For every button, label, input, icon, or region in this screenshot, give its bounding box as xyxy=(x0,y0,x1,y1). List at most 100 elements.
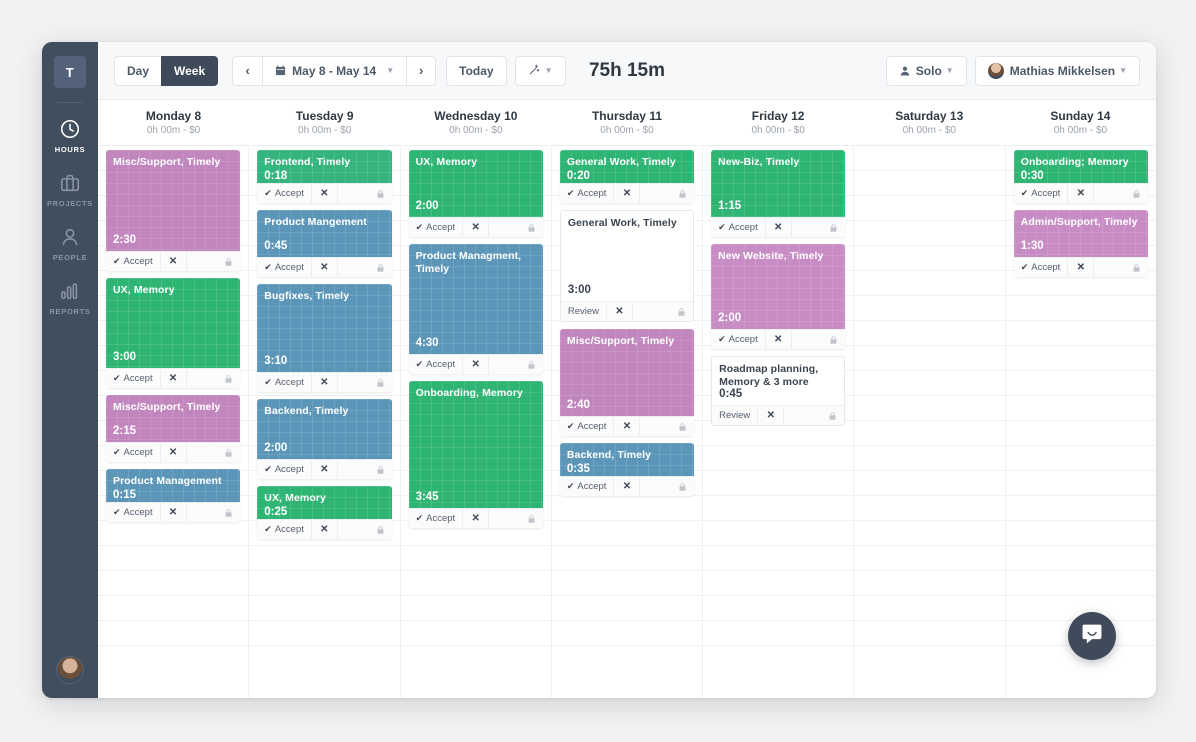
event-card[interactable]: UX, Memory 2:00 ✔ Accept ✕ xyxy=(408,150,543,237)
lock-slot[interactable] xyxy=(792,218,846,237)
day-column[interactable]: Frontend, Timely 0:18 ✔ Accept ✕ Product Mang… xyxy=(248,146,399,698)
event-card[interactable]: Onboarding; Memory 0:30 ✔ Accept ✕ xyxy=(1013,150,1148,203)
dismiss-button[interactable]: ✕ xyxy=(1068,184,1095,203)
sidebar-item-people[interactable]: PEOPLE xyxy=(42,217,98,271)
accept-button[interactable]: ✔ Accept xyxy=(106,252,161,271)
dismiss-button[interactable]: ✕ xyxy=(161,252,187,271)
accept-button[interactable]: ✔ Accept xyxy=(711,330,766,349)
lock-slot[interactable] xyxy=(784,406,844,425)
lock-slot[interactable] xyxy=(338,258,392,277)
avatar[interactable] xyxy=(56,656,84,684)
lock-slot[interactable] xyxy=(640,184,694,203)
prev-week-button[interactable]: ‹ xyxy=(232,55,263,86)
dismiss-button[interactable]: ✕ xyxy=(161,503,187,522)
event-card[interactable]: Bugfixes, Timely 3:10 ✔ Accept ✕ xyxy=(257,284,392,392)
lock-slot[interactable] xyxy=(187,369,241,388)
dismiss-button[interactable]: ✕ xyxy=(614,477,641,496)
lock-slot[interactable] xyxy=(489,218,543,237)
day-column[interactable]: Misc/Support, Timely 2:30 ✔ Accept ✕ UX, Memo… xyxy=(98,146,248,698)
accept-button[interactable]: ✔ Accept xyxy=(257,520,312,539)
lock-slot[interactable] xyxy=(489,509,543,528)
tab-week[interactable]: Week xyxy=(161,55,219,86)
lock-slot[interactable] xyxy=(338,520,392,539)
dismiss-button[interactable]: ✕ xyxy=(614,417,641,436)
lock-slot[interactable] xyxy=(338,373,392,392)
accept-button[interactable]: ✔ Accept xyxy=(257,258,312,277)
event-card[interactable]: New Website, Timely 2:00 ✔ Accept ✕ xyxy=(711,244,846,349)
event-card[interactable]: General Work, Timely 0:20 ✔ Accept ✕ xyxy=(559,150,695,203)
accept-button[interactable]: Review xyxy=(561,302,607,321)
dismiss-button[interactable]: ✕ xyxy=(312,460,338,479)
dismiss-button[interactable]: ✕ xyxy=(463,218,490,237)
chat-widget-button[interactable] xyxy=(1068,612,1116,660)
accept-button[interactable]: ✔ Accept xyxy=(106,503,161,522)
event-card[interactable]: UX, Memory 3:00 ✔ Accept ✕ xyxy=(106,278,241,388)
lock-slot[interactable] xyxy=(187,252,241,271)
lock-slot[interactable] xyxy=(489,355,543,374)
dismiss-button[interactable]: ✕ xyxy=(607,302,633,321)
event-card[interactable]: Frontend, Timely 0:18 ✔ Accept ✕ xyxy=(257,150,392,203)
dismiss-button[interactable]: ✕ xyxy=(312,373,338,392)
dismiss-button[interactable]: ✕ xyxy=(161,369,187,388)
event-card[interactable]: Backend, Timely 2:00 ✔ Accept ✕ xyxy=(257,399,392,479)
accept-button[interactable]: ✔ Accept xyxy=(1014,258,1069,277)
dismiss-button[interactable]: ✕ xyxy=(463,355,490,374)
accept-button[interactable]: ✔ Accept xyxy=(560,184,615,203)
lock-slot[interactable] xyxy=(633,302,693,321)
lock-slot[interactable] xyxy=(187,443,241,462)
solo-filter-button[interactable]: Solo ▼ xyxy=(885,55,967,86)
sidebar-item-hours[interactable]: HOURS xyxy=(42,109,98,163)
dismiss-button[interactable]: ✕ xyxy=(766,330,792,349)
event-card[interactable]: Onboarding, Memory 3:45 ✔ Accept ✕ xyxy=(408,381,543,528)
accept-button[interactable]: ✔ Accept xyxy=(106,369,161,388)
event-card[interactable]: General Work, Timely 3:00 Review ✕ xyxy=(559,210,695,322)
event-card[interactable]: New-Biz, Timely 1:15 ✔ Accept ✕ xyxy=(711,150,846,237)
lock-slot[interactable] xyxy=(338,184,392,203)
dismiss-button[interactable]: ✕ xyxy=(161,443,187,462)
event-card[interactable]: Backend, Timely 0:35 ✔ Accept ✕ xyxy=(559,443,695,496)
accept-button[interactable]: ✔ Accept xyxy=(257,373,312,392)
day-column[interactable]: New-Biz, Timely 1:15 ✔ Accept ✕ New Website, … xyxy=(702,146,853,698)
event-card[interactable]: Misc/Support, Timely 2:40 ✔ Accept ✕ xyxy=(559,329,695,436)
lock-slot[interactable] xyxy=(1094,258,1148,277)
event-card[interactable]: UX, Memory 0:25 ✔ Accept ✕ xyxy=(257,486,392,539)
user-menu-button[interactable]: Mathias Mikkelsen ▼ xyxy=(974,55,1140,86)
lock-slot[interactable] xyxy=(187,503,241,522)
sidebar-item-reports[interactable]: REPORTS xyxy=(42,271,98,325)
dismiss-button[interactable]: ✕ xyxy=(312,520,338,539)
dismiss-button[interactable]: ✕ xyxy=(758,406,785,425)
event-card[interactable]: Misc/Support, Timely 2:30 ✔ Accept ✕ xyxy=(106,150,241,271)
accept-button[interactable]: ✔ Accept xyxy=(560,477,615,496)
day-column[interactable]: General Work, Timely 0:20 ✔ Accept ✕ General … xyxy=(550,146,702,698)
event-card[interactable]: Product Management 0:15 ✔ Accept ✕ xyxy=(106,469,241,522)
today-button[interactable]: Today xyxy=(446,55,507,86)
lock-slot[interactable] xyxy=(792,330,846,349)
accept-button[interactable]: ✔ Accept xyxy=(560,417,615,436)
event-card[interactable]: Roadmap planning, Memory & 3 more 0:45 Rev… xyxy=(711,356,846,426)
accept-button[interactable]: ✔ Accept xyxy=(106,443,161,462)
dismiss-button[interactable]: ✕ xyxy=(1068,258,1095,277)
accept-button[interactable]: ✔ Accept xyxy=(257,460,312,479)
lock-slot[interactable] xyxy=(640,417,694,436)
magic-wand-button[interactable]: ▼ xyxy=(514,55,566,86)
date-range-picker[interactable]: May 8 - May 14 ▼ xyxy=(262,55,407,86)
next-week-button[interactable]: › xyxy=(406,55,437,86)
dismiss-button[interactable]: ✕ xyxy=(766,218,792,237)
event-card[interactable]: Misc/Support, Timely 2:15 ✔ Accept ✕ xyxy=(106,395,241,462)
accept-button[interactable]: ✔ Accept xyxy=(1014,184,1069,203)
day-column[interactable]: UX, Memory 2:00 ✔ Accept ✕ Product Managment,… xyxy=(399,146,551,698)
dismiss-button[interactable]: ✕ xyxy=(614,184,641,203)
accept-button[interactable]: ✔ Accept xyxy=(409,509,464,528)
event-card[interactable]: Admin/Support, Timely 1:30 ✔ Accept ✕ xyxy=(1013,210,1148,277)
accept-button[interactable]: ✔ Accept xyxy=(409,218,464,237)
lock-slot[interactable] xyxy=(338,460,392,479)
accept-button[interactable]: ✔ Accept xyxy=(257,184,312,203)
event-card[interactable]: Product Mangement 0:45 ✔ Accept ✕ xyxy=(257,210,392,277)
accept-button[interactable]: Review xyxy=(712,406,759,425)
lock-slot[interactable] xyxy=(1094,184,1148,203)
app-logo[interactable]: T xyxy=(54,56,86,88)
dismiss-button[interactable]: ✕ xyxy=(463,509,490,528)
sidebar-item-projects[interactable]: PROJECTS xyxy=(42,163,98,217)
event-card[interactable]: Product Managment, Timely 4:30 ✔ Accept ✕ xyxy=(408,244,543,374)
dismiss-button[interactable]: ✕ xyxy=(312,258,338,277)
